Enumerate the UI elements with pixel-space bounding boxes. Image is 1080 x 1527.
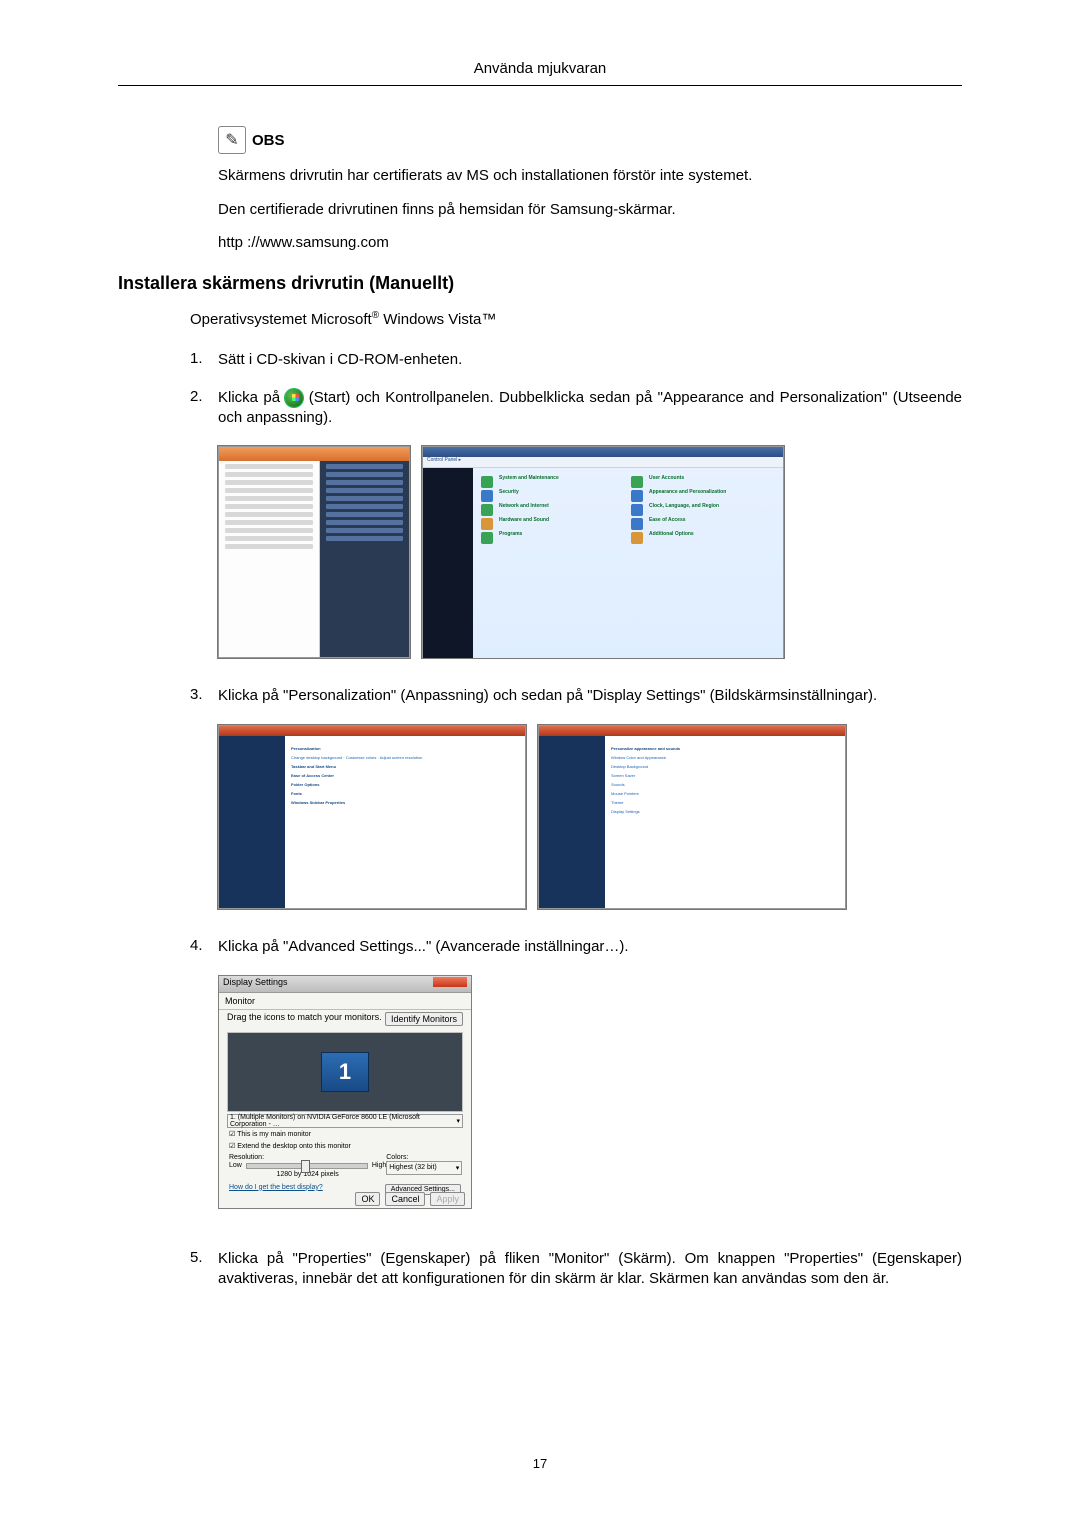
step-2-num: 2.: [190, 388, 218, 429]
ds-drag-label: Drag the icons to match your monitors.: [227, 1012, 382, 1026]
paragraph-site: Den certifierade drivrutinen finns på he…: [218, 200, 962, 220]
ds-title: Display Settings: [223, 977, 288, 991]
note-icon: ✎: [218, 126, 246, 154]
screenshot-display-settings-dialog: Display Settings Monitor Drag the icons …: [218, 975, 472, 1209]
step-2-pre: Klicka på: [218, 389, 285, 406]
os-line: Operativsystemet Microsoft® Windows Vist…: [190, 310, 962, 328]
cp-security: Security: [499, 490, 625, 502]
page-header: Använda mjukvaran: [118, 60, 962, 79]
address-bar: Control Panel ▸: [423, 457, 783, 468]
windows-start-icon: [285, 389, 303, 407]
ds-monitor-area[interactable]: 1: [227, 1032, 463, 1112]
paragraph-cert: Skärmens drivrutin har certifierats av M…: [218, 166, 962, 186]
screenshot-start-menu: [218, 446, 410, 658]
os-post: Windows Vista™: [379, 311, 496, 328]
res-high: High: [372, 1162, 386, 1169]
screenshot-control-panel: Control Panel ▸ System and Maintenance U…: [422, 446, 784, 658]
cp-user: User Accounts: [649, 476, 775, 488]
chk-main-monitor[interactable]: ☑ This is my main monitor: [219, 1128, 471, 1140]
ds-tab-monitor[interactable]: Monitor: [219, 993, 471, 1010]
ds-monitor-select[interactable]: 1. (Multiple Monitors) on NVIDIA GeForce…: [227, 1114, 463, 1128]
step-5-text: Klicka på "Properties" (Egenskaper) på f…: [218, 1249, 962, 1290]
res-low: Low: [229, 1162, 242, 1169]
cp-clock: Clock, Language, and Region: [649, 504, 775, 516]
cp-additional: Additional Options: [649, 532, 775, 544]
step-4-num: 4.: [190, 937, 218, 957]
note-label: OBS: [252, 132, 285, 149]
cp-ease: Ease of Access: [649, 518, 775, 530]
cp-network: Network and Internet: [499, 504, 625, 516]
registered-mark: ®: [372, 310, 379, 321]
step-4-text: Klicka på "Advanced Settings..." (Avance…: [218, 937, 962, 957]
close-icon[interactable]: [433, 977, 467, 987]
help-link[interactable]: How do I get the best display?: [229, 1184, 323, 1195]
step-1-text: Sätt i CD-skivan i CD-ROM-enheten.: [218, 350, 962, 370]
step-3-num: 3.: [190, 686, 218, 706]
step-1-num: 1.: [190, 350, 218, 370]
step-2-post: (Start) och Kontrollpanelen. Dubbelklick…: [218, 389, 962, 426]
chk-extend-desktop[interactable]: ☑ Extend the desktop onto this monitor: [219, 1140, 471, 1152]
chevron-down-icon: ▾: [456, 1117, 460, 1125]
colors-label: Colors:: [386, 1154, 462, 1161]
colors-select[interactable]: Highest (32 bit)▾: [386, 1161, 462, 1175]
chevron-down-icon: ▾: [456, 1164, 460, 1172]
header-divider: [118, 85, 962, 86]
screenshot-personalization-right: Personalize appearance and sounds Window…: [538, 725, 846, 909]
screenshot-appearance-panel-left: Personalization Change desktop backgroun…: [218, 725, 526, 909]
resolution-slider[interactable]: [246, 1163, 368, 1169]
cp-programs: Programs: [499, 532, 625, 544]
identify-monitors-button[interactable]: Identify Monitors: [385, 1012, 463, 1026]
cancel-button[interactable]: Cancel: [385, 1192, 425, 1206]
apply-button[interactable]: Apply: [430, 1192, 465, 1206]
cp-appearance: Appearance and Personalization: [649, 490, 775, 502]
cp-hardware: Hardware and Sound: [499, 518, 625, 530]
paragraph-url: http ://www.samsung.com: [218, 233, 962, 253]
page-number: 17: [0, 1456, 1080, 1471]
cp-system: System and Maintenance: [499, 476, 625, 488]
ds-monitor-1[interactable]: 1: [321, 1052, 369, 1092]
ok-button[interactable]: OK: [355, 1192, 380, 1206]
step-2-text: Klicka på (Start) och Kontrollpanelen. D…: [218, 388, 962, 429]
section-title: Installera skärmens drivrutin (Manuellt): [118, 273, 962, 294]
step-5-num: 5.: [190, 1249, 218, 1290]
step-3-text: Klicka på "Personalization" (Anpassning)…: [218, 686, 962, 706]
os-pre: Operativsystemet Microsoft: [190, 311, 372, 328]
